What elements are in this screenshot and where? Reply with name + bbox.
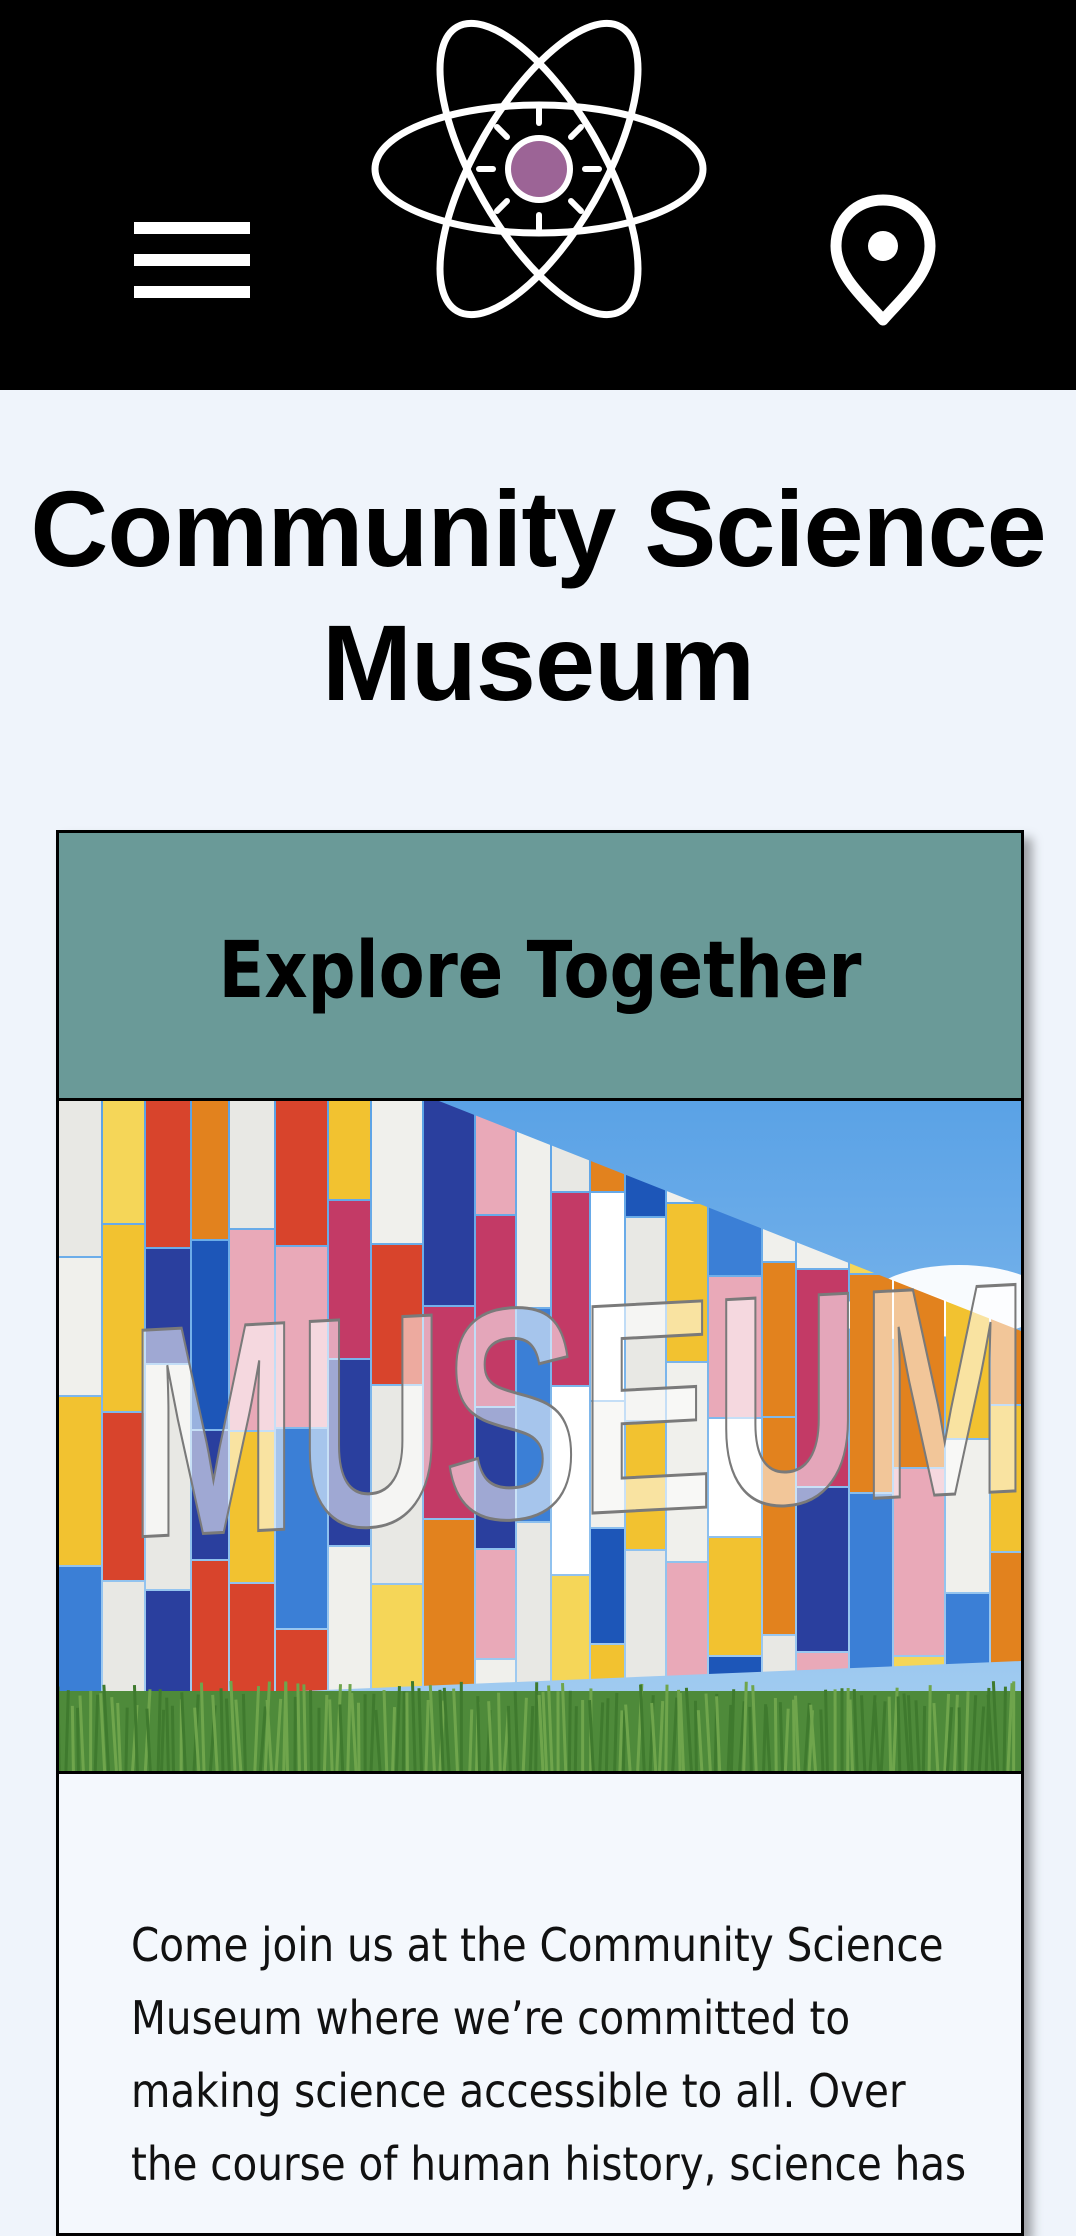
- grass-blade: [167, 1698, 169, 1771]
- grass-blade: [780, 1702, 782, 1771]
- grass-blade: [78, 1708, 79, 1771]
- museum-sign-text: MUSEUM: [129, 1218, 1021, 1601]
- grass-blade: [499, 1693, 501, 1771]
- facade-panel: [230, 1101, 274, 1228]
- grass-blade: [606, 1698, 608, 1771]
- grass-blade: [826, 1690, 828, 1771]
- card-body-text: Come join us at the Community Science Mu…: [131, 1909, 967, 2201]
- grass-blade: [575, 1706, 576, 1771]
- facade-panel: [59, 1397, 101, 1565]
- grass-blade: [666, 1685, 667, 1771]
- grass-blade: [898, 1696, 900, 1771]
- museum-facade-image: MUSEUM: [59, 1101, 1021, 1774]
- grass-blade: [221, 1688, 223, 1771]
- grass-blade: [286, 1683, 288, 1771]
- grass-blade: [750, 1707, 752, 1771]
- grass-blade: [478, 1696, 480, 1771]
- grass-blade: [1004, 1687, 1005, 1771]
- grass-blade: [243, 1694, 245, 1771]
- grass-blade: [695, 1701, 696, 1771]
- grass-blade: [126, 1708, 127, 1771]
- grass-blade: [889, 1697, 891, 1771]
- explore-card: Explore Together MUSEUM Come join us at …: [56, 830, 1024, 2236]
- grass-blade: [623, 1710, 624, 1771]
- card-header: Explore Together: [59, 833, 1021, 1101]
- grass-blade: [403, 1691, 404, 1771]
- grass-blade: [569, 1691, 570, 1771]
- grass-blade: [172, 1706, 173, 1771]
- card-title: Explore Together: [126, 921, 953, 1021]
- facade-panel: [146, 1101, 190, 1247]
- facade-panel: [329, 1101, 370, 1199]
- grass-blade: [304, 1684, 306, 1771]
- grass-blade: [393, 1707, 395, 1771]
- atom-sun-logo-icon[interactable]: [366, 14, 712, 324]
- grass-blade: [794, 1700, 795, 1771]
- grass-blade: [959, 1707, 960, 1771]
- page-title: Community Science Museum: [20, 462, 1056, 730]
- grass-blade: [407, 1692, 408, 1771]
- grass-blade: [298, 1683, 299, 1771]
- grass-blade: [158, 1689, 160, 1771]
- map-pin-icon[interactable]: [828, 194, 938, 328]
- facade-panel: [276, 1101, 327, 1245]
- grass-blade: [72, 1706, 73, 1771]
- facade-panel: [103, 1101, 144, 1223]
- grass-blade: [536, 1682, 537, 1771]
- hamburger-menu-icon[interactable]: [130, 218, 254, 302]
- grass-blade: [508, 1706, 510, 1771]
- grass-blade: [821, 1710, 823, 1771]
- grass-blade: [470, 1709, 472, 1771]
- grass-blade: [311, 1690, 312, 1771]
- facade-panel: [192, 1101, 228, 1239]
- facade-panel: [59, 1258, 101, 1395]
- grass-blade: [923, 1706, 924, 1771]
- top-navigation-bar: [0, 0, 1076, 390]
- grass-blade: [775, 1698, 776, 1771]
- facade-panel: [59, 1101, 101, 1256]
- grass-blade: [162, 1710, 164, 1771]
- grass-blade: [620, 1710, 622, 1771]
- grass-blade: [929, 1685, 930, 1771]
- facade-panel: [372, 1101, 422, 1243]
